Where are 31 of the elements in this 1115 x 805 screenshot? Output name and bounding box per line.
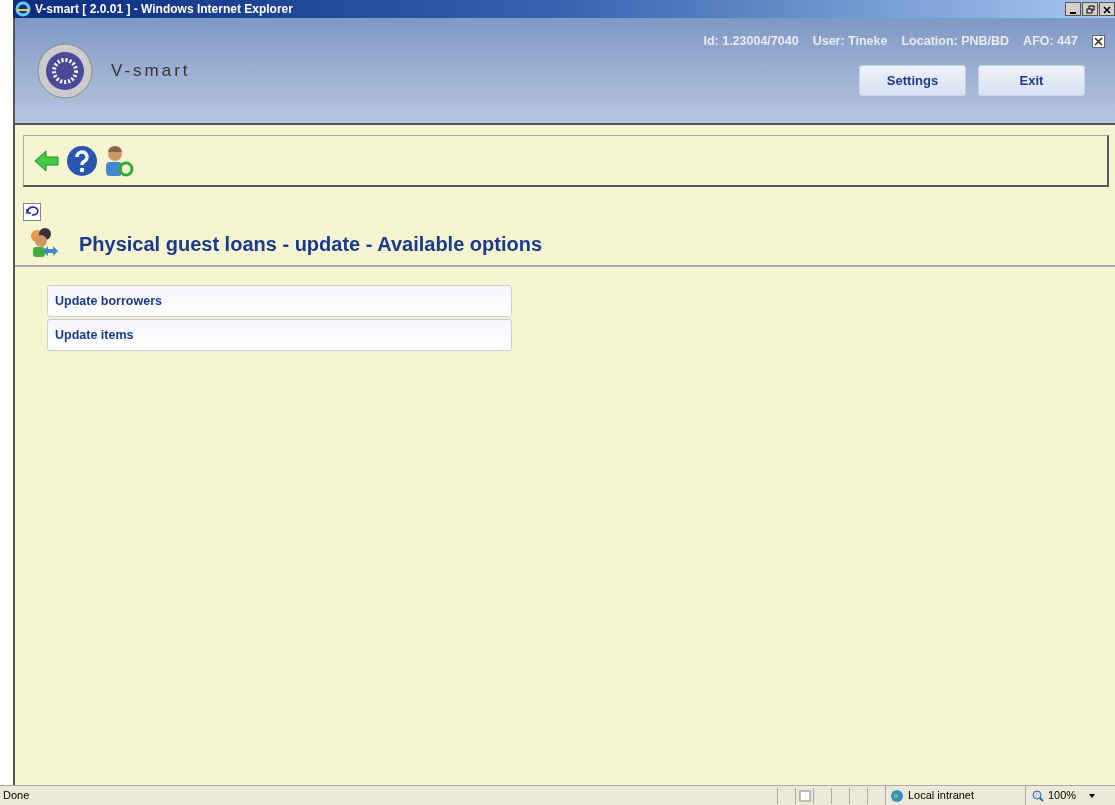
info-text: Id: 1.23004/7040: [703, 33, 799, 50]
zoom-level[interactable]: 100%: [1048, 787, 1077, 804]
browser-icon: [15, 1, 31, 17]
header-button[interactable]: Exit: [978, 64, 1085, 96]
info-text: Location: PNB/BD: [901, 33, 1010, 50]
minimize-icon: [1070, 11, 1076, 14]
restore-icon: [1085, 5, 1095, 15]
header-button[interactable]: Settings: [859, 64, 966, 96]
page-title: Physical guest loans - update - Available options: [79, 232, 543, 257]
option-button[interactable]: Update borrowers: [47, 285, 512, 317]
restore-button[interactable]: [1082, 2, 1098, 16]
zone-text: Local intranet: [908, 788, 975, 804]
info-text: AFO: 447: [1023, 33, 1078, 50]
info-text: User: Tineke: [812, 33, 888, 50]
logo-icon: [37, 42, 93, 99]
page-icon: [798, 789, 811, 802]
close-icon: [1103, 5, 1111, 14]
option-button[interactable]: Update items: [47, 319, 512, 351]
window-title: V-smart [ 2.0.01 ] - Windows Internet Explorer: [35, 1, 293, 18]
undo-icon[interactable]: [23, 202, 41, 221]
globe-icon: [890, 788, 904, 803]
zoom-icon[interactable]: [1032, 789, 1044, 802]
status-text: Done: [2, 788, 30, 804]
logo-text: V-smart: [111, 59, 191, 82]
help-icon[interactable]: [66, 144, 98, 177]
close-icon[interactable]: [1092, 34, 1105, 48]
minimize-button[interactable]: [1065, 2, 1081, 16]
user-refresh-icon[interactable]: [104, 144, 134, 177]
back-arrow-icon[interactable]: [34, 148, 60, 173]
caret-icon[interactable]: [1088, 792, 1097, 799]
close-button[interactable]: [1099, 2, 1115, 16]
